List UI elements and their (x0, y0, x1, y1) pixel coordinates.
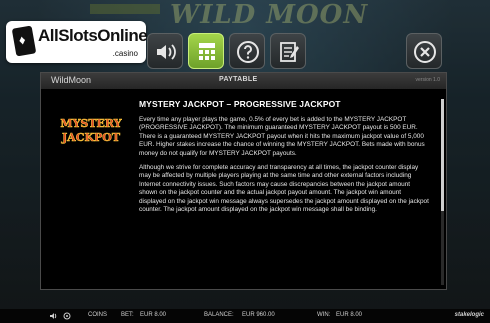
balance-value: EUR 960.00 (242, 312, 275, 318)
close-button[interactable] (406, 33, 442, 69)
question-icon (237, 41, 259, 63)
section-heading: MYSTERY JACKPOT – PROGRESSIVE JACKPOT (139, 99, 341, 109)
brand-logo: stakelogic (454, 312, 484, 318)
coins-label[interactable]: COINS (88, 312, 107, 318)
logo-line-1: MYSTERY (60, 117, 121, 130)
panel-title: PAYTABLE (219, 76, 258, 83)
mystery-jackpot-logo: MYSTERY JACKPOT (60, 117, 122, 145)
notepad-icon (280, 42, 299, 62)
sound-small-icon[interactable] (50, 312, 58, 320)
close-icon (414, 41, 436, 63)
paragraph-jackpot-rules: Every time any player plays the game, 0.… (139, 116, 425, 157)
game-name: WildMoon (51, 75, 92, 85)
bet-label: BET: (121, 312, 134, 318)
settings-small-icon[interactable] (63, 312, 71, 320)
win-value: EUR 8.00 (336, 312, 363, 318)
site-watermark: AllSlotsOnline .casino (6, 21, 148, 63)
balance-label: BALANCE: (204, 312, 234, 318)
paragraph-disclaimer: Although we strive for complete accuracy… (139, 164, 429, 214)
help-button[interactable] (229, 33, 265, 69)
history-button[interactable] (270, 33, 306, 69)
game-screen: WILD MOON AllSlotsOnline .casino (0, 0, 490, 323)
status-bar: COINS BET: EUR 8.00 BALANCE: EUR 960.00 … (0, 309, 490, 323)
watermark-subtext: .casino (112, 49, 138, 58)
speaker-icon (157, 44, 176, 60)
paytable-grid-icon (199, 43, 215, 60)
scrollbar-thumb[interactable] (441, 99, 444, 211)
bet-value: EUR 8.00 (140, 312, 167, 318)
card-logo-icon (11, 25, 37, 57)
paytable-button[interactable] (188, 33, 224, 69)
version-label: version 1.0 (415, 77, 440, 83)
paytable-panel: WildMoon PAYTABLE version 1.0 MYSTERY JA… (40, 72, 447, 290)
paytable-content: MYSTERY JACKPOT – PROGRESSIVE JACKPOT Ev… (139, 99, 429, 220)
logo-line-2: JACKPOT (61, 131, 121, 144)
panel-header: WildMoon PAYTABLE version 1.0 (41, 73, 446, 89)
scrollbar[interactable] (441, 99, 444, 285)
background-banner (90, 4, 160, 14)
win-label: WIN: (317, 312, 331, 318)
sound-button[interactable] (147, 33, 183, 69)
background-game-logo: WILD MOON (170, 0, 369, 30)
watermark-text: AllSlotsOnline (38, 26, 148, 45)
